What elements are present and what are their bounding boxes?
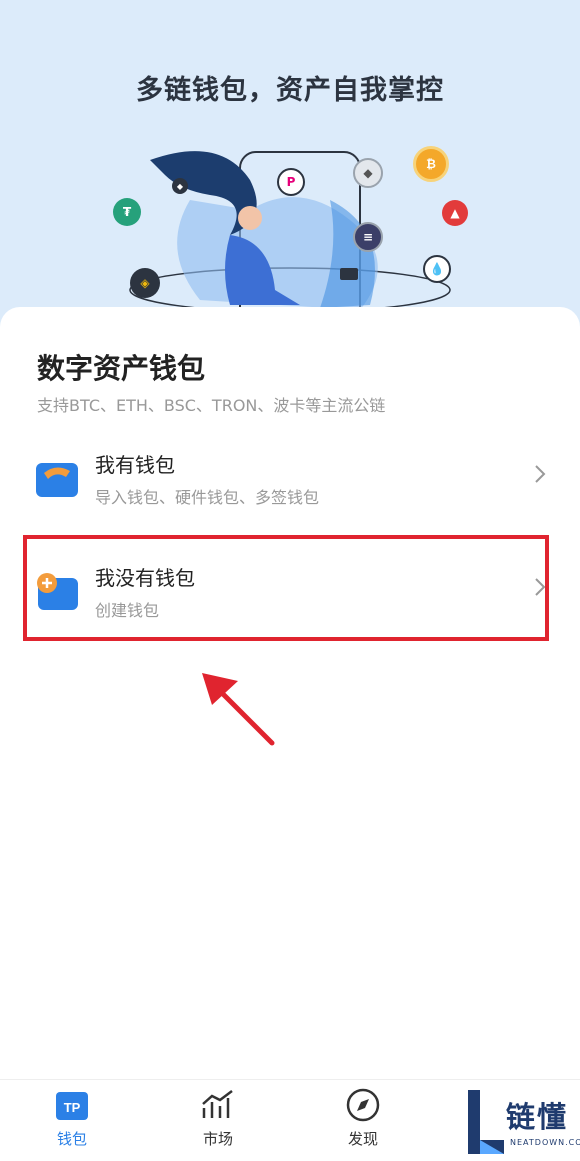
tab-wallet[interactable]: TP 钱包 (32, 1088, 112, 1149)
polkadot-icon: P (277, 168, 305, 196)
tab-label: 钱包 (56, 1130, 87, 1148)
hero-banner: 多链钱包，资产自我掌控 ₿ ◆ P ≡ ▲ 💧 ₮ ◈ ◆ (0, 0, 580, 330)
compass-icon (346, 1088, 380, 1122)
eos-icon: ◆ (172, 178, 188, 194)
card-title: 数字资产钱包 (37, 352, 206, 385)
tab-label: 发现 (347, 1130, 378, 1148)
tab-market[interactable]: 市场 (178, 1088, 258, 1149)
card-subtitle: 支持BTC、ETH、BSC、TRON、波卡等主流公链 (37, 396, 386, 415)
watermark-logo: 链懂 NEATDOWN.COM (462, 1086, 580, 1161)
wallet-card: 数字资产钱包 支持BTC、ETH、BSC、TRON、波卡等主流公链 我有钱包 导… (0, 307, 580, 1079)
tron-icon: ▲ (442, 200, 468, 226)
option-label: 我有钱包 (95, 453, 175, 477)
market-chart-icon (202, 1090, 233, 1118)
svg-text:TP: TP (64, 1100, 81, 1115)
import-wallet-icon (36, 463, 78, 497)
tp-wallet-icon: TP (56, 1092, 88, 1120)
annotation-arrow-icon (202, 673, 275, 746)
tab-discover[interactable]: 发现 (323, 1088, 403, 1149)
ethereum-icon: ◆ (353, 158, 383, 188)
neatdown-logo-icon (468, 1090, 504, 1154)
tab-label: 市场 (202, 1130, 233, 1148)
tether-icon: ₮ (113, 198, 141, 226)
highlight-box (23, 535, 549, 641)
option-have-wallet[interactable]: 我有钱包 导入钱包、硬件钱包、多签钱包 (0, 439, 580, 529)
hero-title: 多链钱包，资产自我掌控 (136, 75, 444, 106)
solana-icon: ≡ (353, 222, 383, 252)
watermark-url: NEATDOWN.COM (510, 1138, 580, 1147)
filecoin-icon: 💧 (423, 255, 451, 283)
bitcoin-icon: ₿ (413, 146, 449, 182)
watermark-brand: 链懂 (506, 1100, 569, 1134)
binance-icon: ◈ (130, 268, 160, 298)
chevron-right-icon (535, 465, 546, 483)
option-desc: 导入钱包、硬件钱包、多签钱包 (95, 488, 320, 507)
